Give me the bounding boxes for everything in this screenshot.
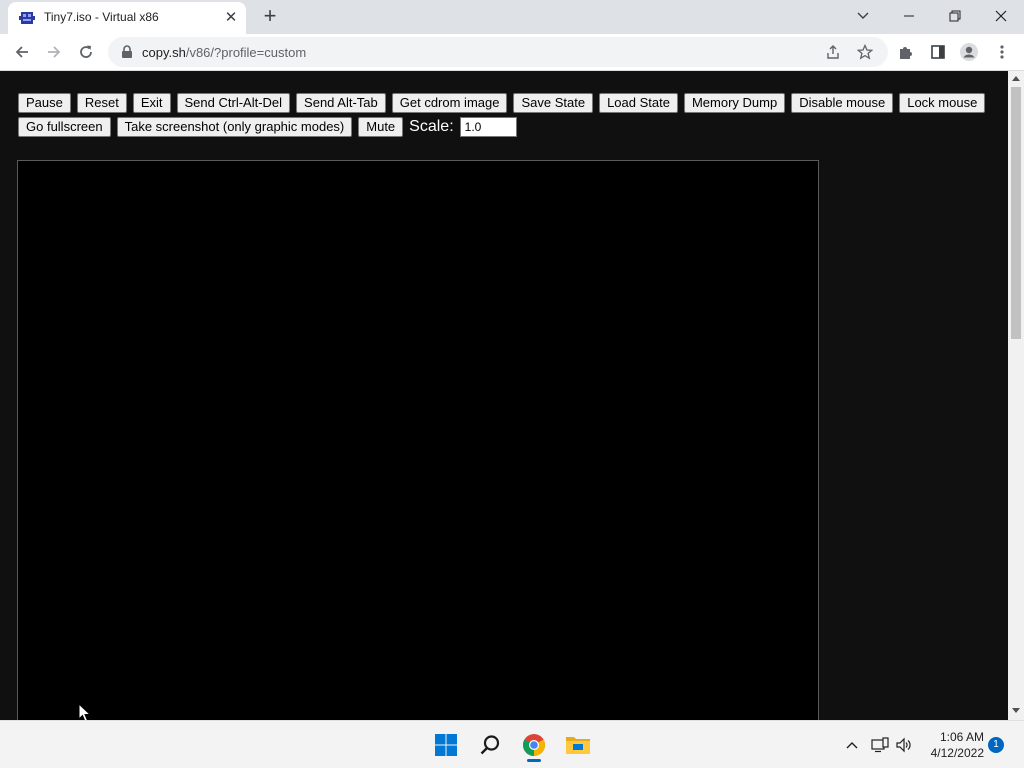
disable-mouse-button[interactable]: Disable mouse <box>791 93 894 113</box>
tab-close-icon[interactable]: ✕ <box>222 9 240 27</box>
emulator-screen[interactable] <box>17 160 819 720</box>
clock-date: 4/12/2022 <box>930 746 984 760</box>
scroll-down-arrow-icon[interactable] <box>1012 708 1020 713</box>
controls-row-1: Pause Reset Exit Send Ctrl-Alt-Del Send Alt-… <box>18 91 1008 115</box>
pause-button[interactable]: Pause <box>18 93 71 113</box>
lock-mouse-button[interactable]: Lock mouse <box>899 93 986 113</box>
scrollbar-thumb[interactable] <box>1011 87 1021 339</box>
scroll-up-arrow-icon[interactable] <box>1012 76 1020 81</box>
restore-icon[interactable] <box>942 4 968 28</box>
reset-button[interactable]: Reset <box>76 93 127 113</box>
save-state-button[interactable]: Save State <box>513 93 594 113</box>
show-hidden-icons-chevron-icon[interactable] <box>842 735 862 755</box>
file-explorer-icon[interactable] <box>562 729 594 761</box>
url-text: copy.sh/v86/?profile=custom <box>142 45 306 60</box>
controls-row-2: Go fullscreen Take screenshot (only graph… <box>18 115 1008 139</box>
memory-dump-button[interactable]: Memory Dump <box>683 93 786 113</box>
exit-button[interactable]: Exit <box>132 93 171 113</box>
start-windows-icon[interactable] <box>430 729 462 761</box>
get-cdrom-image-button[interactable]: Get cdrom image <box>391 93 508 113</box>
side-panel-icon[interactable] <box>928 42 948 62</box>
send-ctrl-alt-del-button[interactable]: Send Ctrl-Alt-Del <box>176 93 291 113</box>
minimize-icon[interactable] <box>896 4 922 28</box>
address-bar[interactable]: copy.sh/v86/?profile=custom <box>108 37 888 67</box>
v86-favicon-icon <box>19 12 35 24</box>
menu-kebab-icon[interactable] <box>992 42 1012 62</box>
v86-controls: Pause Reset Exit Send Ctrl-Alt-Del Send Alt-… <box>18 91 1008 139</box>
share-icon[interactable] <box>824 43 842 61</box>
take-screenshot-only-graphic-m-button[interactable]: Take screenshot (only graphic modes) <box>116 117 353 137</box>
system-clock[interactable]: 1:06 AM 4/12/2022 <box>922 729 984 761</box>
volume-icon[interactable] <box>894 735 914 755</box>
back-arrow-icon[interactable] <box>10 40 34 64</box>
clock-time: 1:06 AM <box>939 730 984 744</box>
forward-arrow-icon[interactable] <box>42 40 66 64</box>
tab-title: Tiny7.iso - Virtual x86 <box>44 10 159 24</box>
browser-toolbar: copy.sh/v86/?profile=custom <box>0 34 1024 71</box>
tab-search-icon[interactable] <box>850 4 876 28</box>
extensions-puzzle-icon[interactable] <box>896 42 916 62</box>
network-icon[interactable] <box>870 735 890 755</box>
bookmark-star-icon[interactable] <box>856 43 874 61</box>
profile-avatar-icon[interactable] <box>959 42 979 62</box>
scale-label: Scale: <box>409 118 454 135</box>
lock-icon[interactable] <box>120 45 134 59</box>
tab-strip: Tiny7.iso - Virtual x86 ✕ + <box>0 0 1024 34</box>
active-app-indicator <box>527 759 541 762</box>
windows-taskbar: 1:06 AM 4/12/2022 1 <box>0 720 1024 768</box>
scale-input[interactable] <box>459 117 517 137</box>
send-alt-tab-button[interactable]: Send Alt-Tab <box>296 93 386 113</box>
page-scrollbar[interactable] <box>1008 71 1024 720</box>
mute-button[interactable]: Mute <box>358 117 404 137</box>
url-host: copy.sh <box>142 45 186 60</box>
load-state-button[interactable]: Load State <box>599 93 678 113</box>
close-window-icon[interactable] <box>988 4 1014 28</box>
browser-tab[interactable]: Tiny7.iso - Virtual x86 ✕ <box>8 2 246 34</box>
url-path: /v86/?profile=custom <box>185 45 307 60</box>
chrome-app-icon[interactable] <box>518 729 550 762</box>
page-content: Pause Reset Exit Send Ctrl-Alt-Del Send Alt-… <box>0 71 1008 720</box>
go-fullscreen-button[interactable]: Go fullscreen <box>18 117 111 137</box>
notification-badge[interactable]: 1 <box>988 737 1004 753</box>
new-tab-button[interactable]: + <box>259 5 281 28</box>
search-icon[interactable] <box>474 729 506 761</box>
reload-icon[interactable] <box>74 40 98 64</box>
